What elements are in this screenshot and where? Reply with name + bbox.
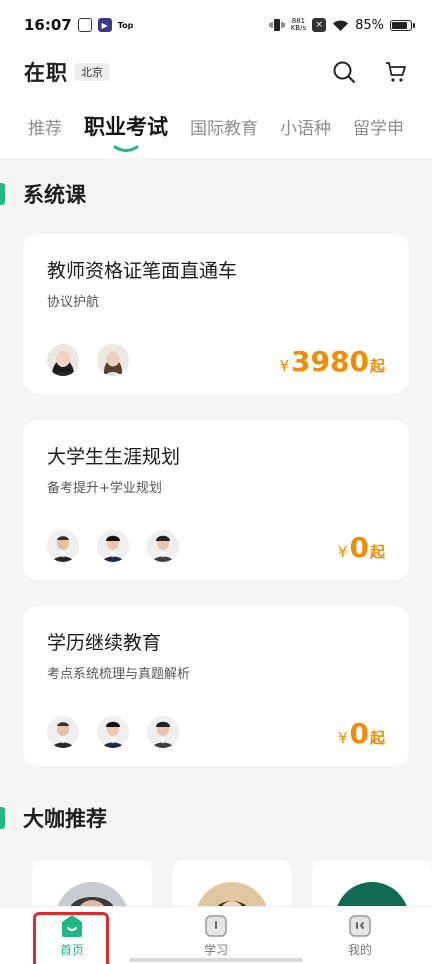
bottom-nav: 首页 学习 我的 xyxy=(0,906,432,964)
tab-study-abroad[interactable]: 留学申 xyxy=(353,114,404,139)
teacher-avatar xyxy=(147,716,179,748)
section-accent-bar xyxy=(0,183,5,205)
course-card[interactable]: 学历继续教育 考点系统梳理与真题解析 ¥ 0 起 xyxy=(23,606,409,766)
vibrate-icon xyxy=(269,19,285,31)
app-icon: ▶ xyxy=(97,18,112,32)
nav-study[interactable]: 学习 xyxy=(180,913,252,958)
home-indicator xyxy=(129,958,303,962)
teacher-avatar xyxy=(47,716,79,748)
cart-icon[interactable] xyxy=(384,60,408,84)
teacher-avatar xyxy=(47,530,79,562)
category-tabs: 推荐 职业考试 国际教育 小语种 留学申 xyxy=(0,94,432,158)
course-card[interactable]: 大学生生涯规划 备考提升+学业规划 ¥ 0 起 xyxy=(23,420,409,580)
nav-label: 首页 xyxy=(59,943,84,957)
section-title: 系统课 xyxy=(23,183,86,207)
tab-minor-language[interactable]: 小语种 xyxy=(280,114,331,139)
home-icon xyxy=(62,915,82,937)
section-title: 大咖推荐 xyxy=(23,807,107,831)
course-price: ¥ 0 起 xyxy=(337,717,385,750)
course-title: 学历继续教育 xyxy=(47,632,162,654)
nav-label: 我的 xyxy=(347,943,372,957)
course-subtitle: 协议护航 xyxy=(47,295,100,310)
tab-international[interactable]: 国际教育 xyxy=(190,114,258,139)
course-subtitle: 考点系统梳理与真题解析 xyxy=(47,667,191,682)
section-system-course: 系统课 xyxy=(0,170,432,218)
course-price: ¥ 0 起 xyxy=(337,531,385,564)
page-title: 在职 xyxy=(24,61,68,85)
course-title: 大学生生涯规划 xyxy=(47,446,181,468)
course-subtitle: 备考提升+学业规划 xyxy=(47,481,162,496)
notification-icon xyxy=(77,18,92,32)
net-speed: 881 KB/s xyxy=(290,17,307,32)
course-price: ¥ 3980 起 xyxy=(279,345,386,378)
section-expert-recommend: 大咖推荐 xyxy=(0,794,432,842)
battery-percent: 85% xyxy=(355,17,384,33)
teacher-list xyxy=(47,530,179,562)
status-time: 16:07 xyxy=(24,16,72,34)
study-icon xyxy=(205,915,227,937)
tab-career-exam[interactable]: 职业考试 xyxy=(84,111,168,152)
teacher-list xyxy=(47,344,129,376)
teacher-avatar xyxy=(97,716,129,748)
tab-recommend[interactable]: 推荐 xyxy=(28,114,62,139)
nav-home[interactable]: 首页 xyxy=(36,913,108,958)
battery-icon xyxy=(390,19,415,31)
top-app-label: Top xyxy=(117,20,134,30)
course-card[interactable]: 教师资格证笔面直通车 协议护航 ¥ 3980 起 xyxy=(23,234,409,394)
top-area: 16:07 ▶ Top 881 KB/s × 85% 在职 北京 推荐 职业考试… xyxy=(0,0,432,158)
teacher-avatar xyxy=(147,530,179,562)
teacher-avatar xyxy=(47,344,79,376)
nav-mine[interactable]: 我的 xyxy=(324,913,396,958)
teacher-avatar xyxy=(97,530,129,562)
profile-icon xyxy=(349,915,371,937)
wifi-icon xyxy=(333,20,349,31)
teacher-list xyxy=(47,716,179,748)
status-bar: 16:07 ▶ Top 881 KB/s × 85% xyxy=(0,0,432,50)
city-selector[interactable]: 北京 xyxy=(74,63,110,81)
nav-label: 学习 xyxy=(203,943,228,957)
active-tab-indicator xyxy=(113,145,139,152)
course-title: 教师资格证笔面直通车 xyxy=(47,260,238,282)
section-accent-bar xyxy=(0,807,5,829)
teacher-avatar xyxy=(97,344,129,376)
search-icon[interactable] xyxy=(332,60,356,84)
sim-off-icon: × xyxy=(312,18,327,32)
app-header: 在职 北京 xyxy=(0,50,432,94)
